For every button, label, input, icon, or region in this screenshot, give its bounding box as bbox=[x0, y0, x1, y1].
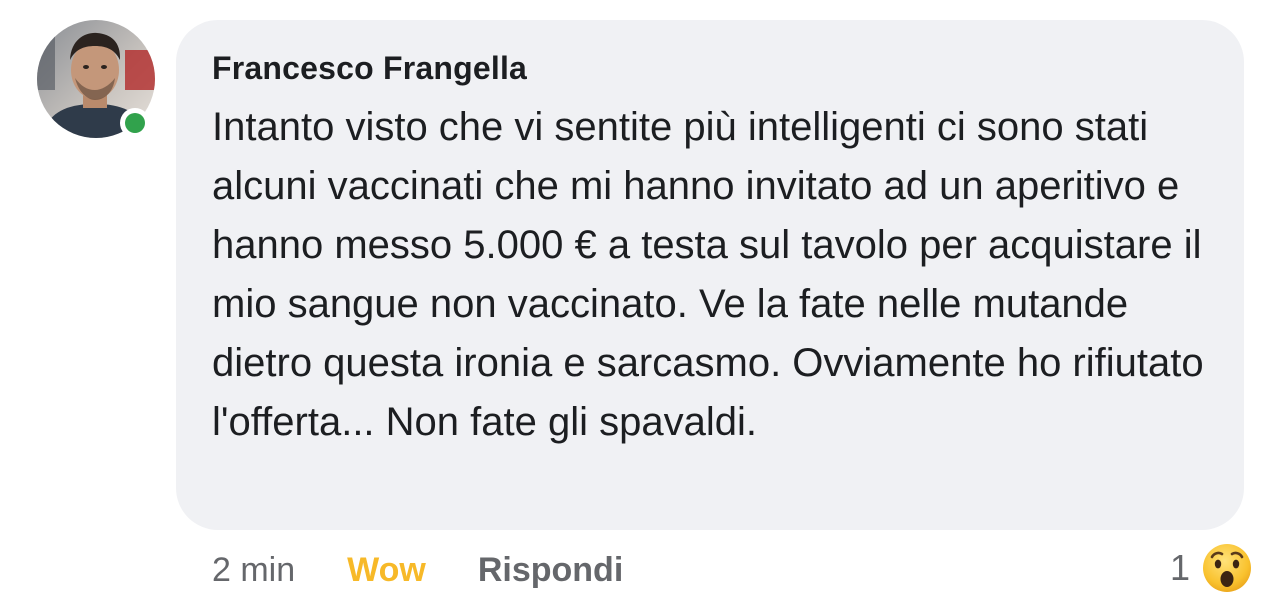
comment-actions: 2 min Wow Rispondi bbox=[212, 547, 623, 593]
author-avatar-container[interactable] bbox=[37, 20, 157, 140]
comment-text: Intanto visto che vi sentite più intelli… bbox=[212, 105, 1204, 444]
wow-emoji-icon bbox=[1200, 541, 1254, 595]
comment-item: Francesco Frangella Intanto visto che vi… bbox=[0, 0, 1284, 613]
author-name[interactable]: Francesco Frangella bbox=[212, 48, 1214, 88]
reply-button[interactable]: Rispondi bbox=[478, 551, 623, 590]
online-status-icon bbox=[120, 108, 150, 138]
comment-bubble: Francesco Frangella Intanto visto che vi… bbox=[176, 20, 1244, 530]
reaction-summary[interactable]: 1 bbox=[1170, 540, 1254, 596]
comment-timestamp[interactable]: 2 min bbox=[212, 551, 295, 590]
reaction-button[interactable]: Wow bbox=[347, 551, 426, 590]
reaction-count: 1 bbox=[1169, 547, 1190, 588]
